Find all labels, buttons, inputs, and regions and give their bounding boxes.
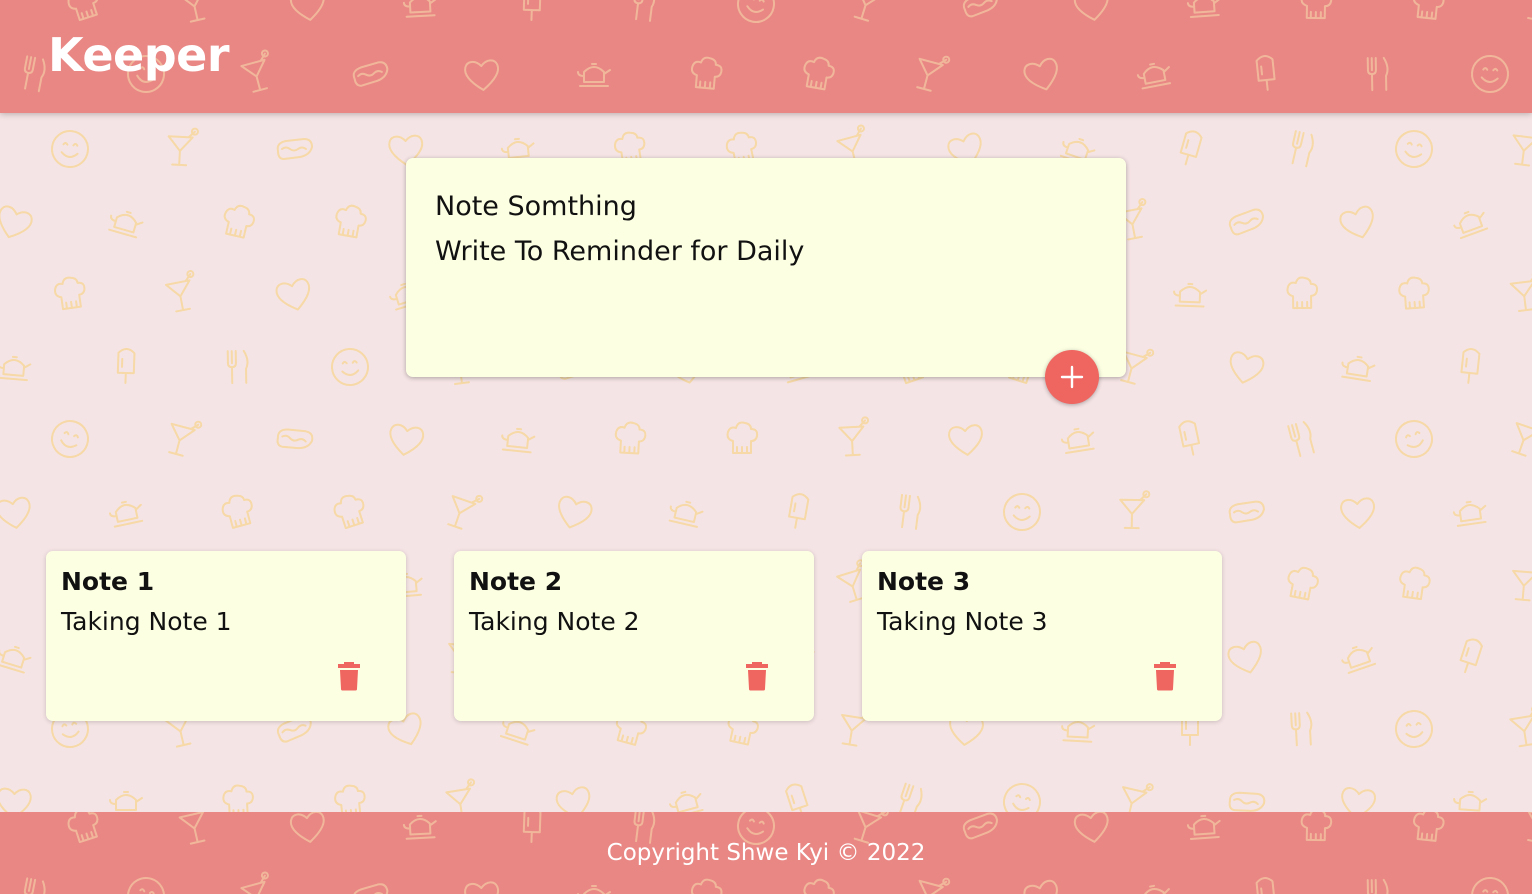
note-content: Taking Note 1 (61, 607, 232, 636)
create-note-form: Write To Reminder for Daily (406, 158, 1126, 404)
trash-icon (745, 661, 769, 691)
delete-note-button[interactable] (742, 659, 772, 693)
delete-note-button[interactable] (334, 659, 364, 693)
trash-icon (337, 661, 361, 691)
copyright-text: Copyright Shwe Kyi © 2022 (606, 840, 926, 866)
app-footer: Copyright Shwe Kyi © 2022 (0, 812, 1532, 894)
note-title: Note 1 (61, 567, 155, 596)
note-card: Note 1 Taking Note 1 (46, 551, 406, 721)
note-content: Taking Note 2 (469, 607, 640, 636)
plus-icon (1059, 364, 1085, 390)
note-title: Note 2 (469, 567, 563, 596)
background-pattern (0, 0, 1532, 894)
app-title: Keeper (48, 28, 230, 82)
note-card: Note 2 Taking Note 2 (454, 551, 814, 721)
add-note-button[interactable] (1045, 350, 1099, 404)
trash-icon (1153, 661, 1177, 691)
note-card: Note 3 Taking Note 3 (862, 551, 1222, 721)
note-content: Taking Note 3 (877, 607, 1048, 636)
header-pattern (0, 0, 1532, 113)
delete-note-button[interactable] (1150, 659, 1180, 693)
note-title: Note 3 (877, 567, 971, 596)
note-content-input[interactable]: Write To Reminder for Daily (435, 236, 1095, 272)
note-title-input[interactable] (435, 188, 1095, 224)
app-header: Keeper (0, 0, 1532, 113)
